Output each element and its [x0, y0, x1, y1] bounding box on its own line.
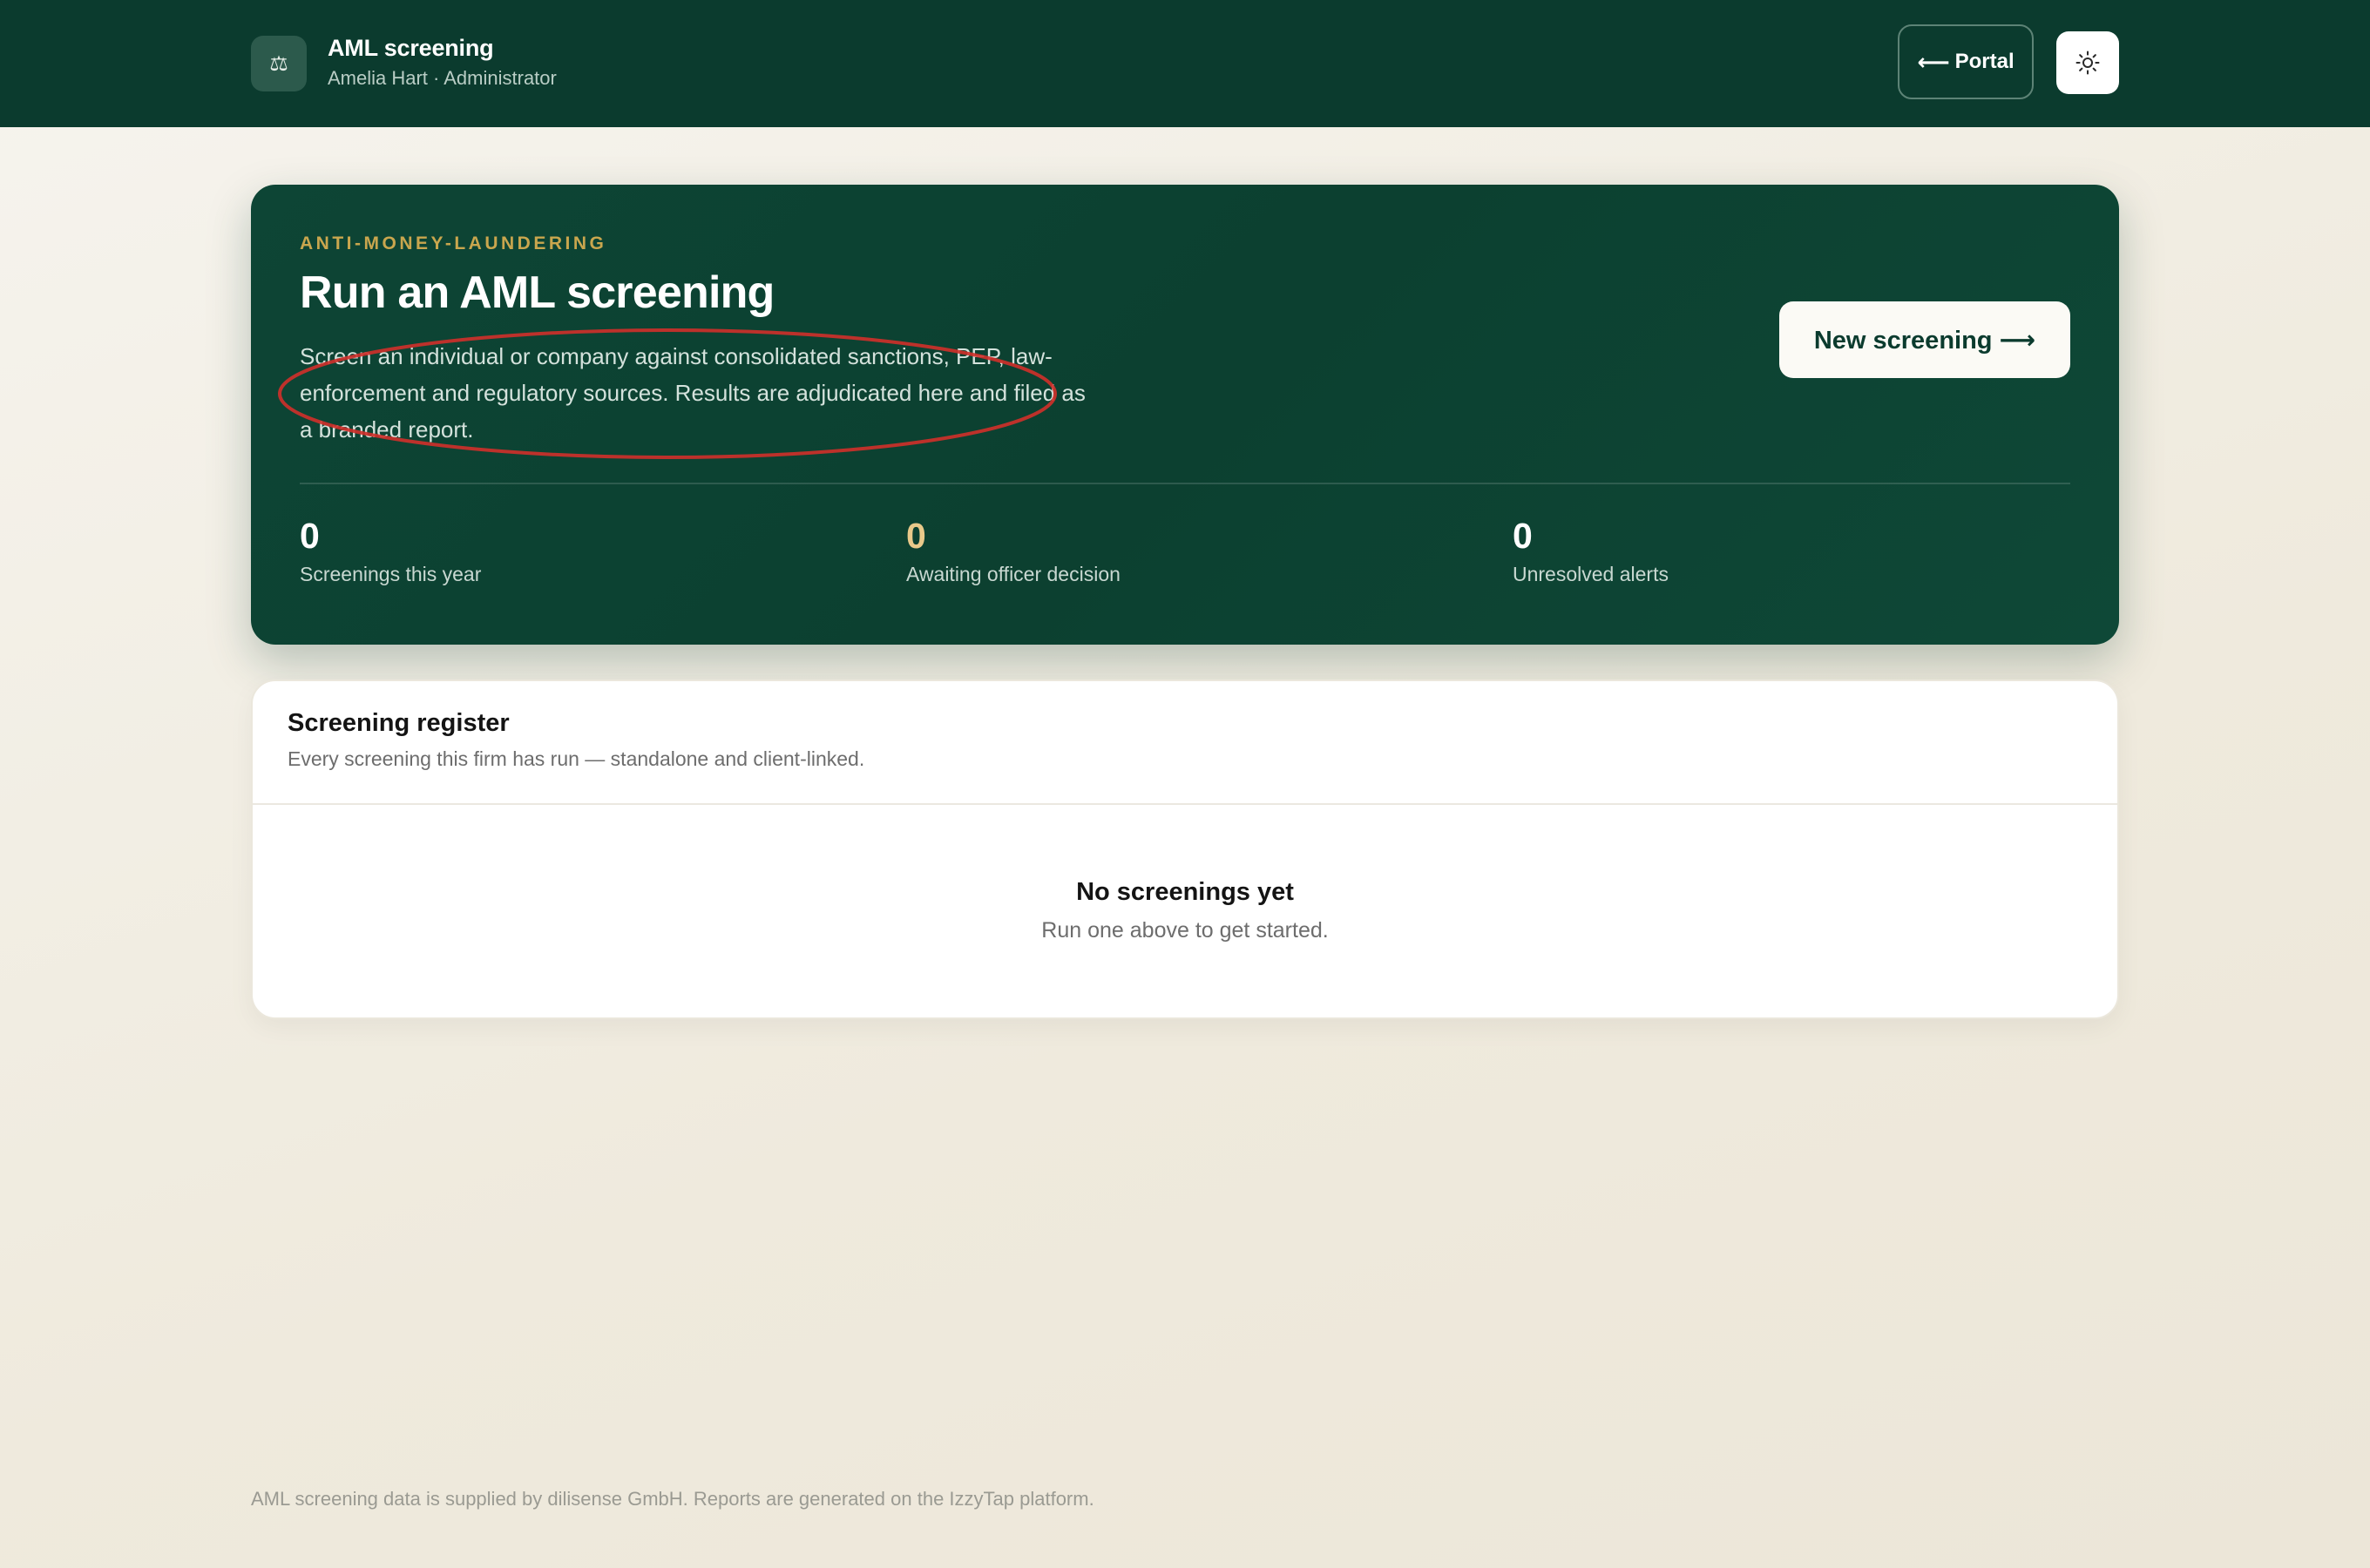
- stat-value: 0: [1513, 516, 1533, 556]
- register-divider: [253, 803, 2117, 805]
- app-title: AML screening: [328, 35, 494, 61]
- stat-value: 0: [300, 516, 320, 556]
- stat-unresolved-alerts: 0 Unresolved alerts: [1513, 516, 1669, 586]
- sun-icon: [2075, 51, 2100, 75]
- arrow-left-icon: ⟵: [1917, 48, 1950, 75]
- user-info: Amelia Hart · Administrator: [328, 67, 557, 89]
- stat-label: Screenings this year: [300, 563, 482, 585]
- portal-button-label: Portal: [1954, 50, 2014, 73]
- stat-value: 0: [906, 516, 926, 556]
- stat-awaiting-officer-decision: 0 Awaiting officer decision: [906, 516, 1121, 586]
- stat-label: Awaiting officer decision: [906, 563, 1121, 585]
- portal-button[interactable]: ⟵ Portal: [1898, 24, 2034, 99]
- hero-title: Run an AML screening: [300, 267, 775, 318]
- scales-icon: ⚖: [251, 36, 307, 91]
- hero-eyebrow: ANTI-MONEY-LAUNDERING: [300, 233, 607, 253]
- theme-toggle-button[interactable]: [2056, 31, 2119, 94]
- hero-card: ANTI-MONEY-LAUNDERING Run an AML screeni…: [251, 185, 2119, 645]
- screening-register-card: Screening register Every screening this …: [251, 679, 2119, 1019]
- stat-screenings-this-year: 0 Screenings this year: [300, 516, 481, 586]
- empty-state-title: No screenings yet: [1076, 878, 1294, 906]
- empty-state-subtitle: Run one above to get started.: [1041, 918, 1329, 943]
- register-subtitle: Every screening this firm has run — stan…: [288, 747, 865, 770]
- hero-divider: [300, 483, 2070, 484]
- new-screening-button[interactable]: New screening ⟶: [1779, 301, 2070, 378]
- hero-description: Screen an individual or company against …: [300, 343, 1086, 443]
- register-title: Screening register: [288, 709, 510, 737]
- stat-label: Unresolved alerts: [1513, 563, 1669, 585]
- top-bar: ⚖ AML screening Amelia Hart · Administra…: [0, 0, 2370, 127]
- footer-note: AML screening data is supplied by dilise…: [251, 1488, 1094, 1510]
